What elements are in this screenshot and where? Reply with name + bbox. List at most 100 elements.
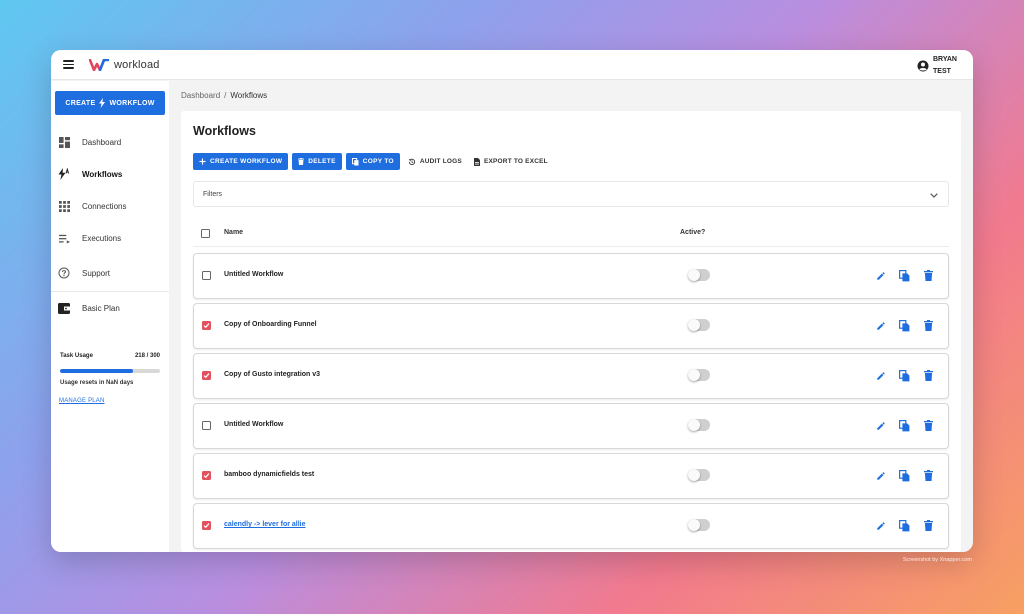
table-header: Name Active? bbox=[193, 221, 949, 247]
user-name: BRYAN TEST bbox=[933, 56, 957, 75]
table-row[interactable]: Copy of Gusto integration v3 bbox=[193, 353, 949, 399]
toggle-knob bbox=[688, 369, 700, 381]
column-header-active: Active? bbox=[680, 229, 706, 236]
edit-icon[interactable] bbox=[874, 519, 887, 532]
row-checkbox[interactable] bbox=[202, 471, 211, 480]
sidebar-item-support[interactable]: Support bbox=[58, 264, 162, 282]
row-checkbox[interactable] bbox=[202, 521, 211, 530]
help-circle-icon bbox=[58, 267, 70, 279]
workflow-name: Untitled Workflow bbox=[224, 421, 284, 428]
breadcrumb-separator: / bbox=[224, 91, 227, 100]
copy-icon bbox=[351, 157, 359, 166]
duplicate-icon[interactable] bbox=[898, 269, 911, 282]
filters-accordion[interactable]: Filters bbox=[193, 181, 949, 207]
history-icon bbox=[408, 158, 416, 166]
workflow-bolt-icon bbox=[58, 168, 70, 180]
active-toggle[interactable] bbox=[688, 369, 710, 381]
duplicate-icon[interactable] bbox=[898, 419, 911, 432]
breadcrumb: Dashboard / Workflows bbox=[181, 91, 267, 100]
duplicate-icon[interactable] bbox=[898, 469, 911, 482]
row-actions bbox=[863, 369, 935, 382]
active-toggle[interactable] bbox=[688, 519, 710, 531]
edit-icon[interactable] bbox=[874, 419, 887, 432]
edit-icon[interactable] bbox=[874, 469, 887, 482]
page-title: Workflows bbox=[193, 124, 256, 138]
create-workflow-toolbar-button[interactable]: CREATE WORKFLOW bbox=[193, 153, 289, 170]
edit-icon[interactable] bbox=[874, 319, 887, 332]
logo[interactable]: workload bbox=[89, 58, 160, 71]
workflow-name[interactable]: calendly -> lever for allie bbox=[224, 521, 306, 528]
row-actions bbox=[863, 469, 935, 482]
toggle-knob bbox=[688, 419, 700, 431]
task-usage-row: Task Usage 218 / 300 bbox=[60, 353, 160, 359]
filters-label: Filters bbox=[203, 190, 223, 198]
active-toggle[interactable] bbox=[688, 469, 710, 481]
breadcrumb-current: Workflows bbox=[230, 91, 268, 100]
table-row[interactable]: Untitled Workflow bbox=[193, 403, 949, 449]
active-toggle[interactable] bbox=[688, 319, 710, 331]
plan-label-row: Basic Plan bbox=[58, 299, 162, 317]
toggle-knob bbox=[688, 319, 700, 331]
delete-icon[interactable] bbox=[922, 469, 935, 482]
sidebar-item-dashboard[interactable]: Dashboard bbox=[58, 133, 162, 151]
copy-to-button[interactable]: COPY TO bbox=[345, 153, 400, 170]
delete-button[interactable]: DELETE bbox=[292, 153, 342, 170]
delete-icon[interactable] bbox=[922, 369, 935, 382]
task-usage-progress-fill bbox=[60, 369, 133, 373]
task-usage-progress bbox=[60, 369, 160, 373]
workflow-name: Copy of Gusto integration v3 bbox=[224, 371, 321, 378]
export-to-excel-button[interactable]: EXPORT TO EXCEL bbox=[470, 153, 552, 170]
manage-plan-link[interactable]: MANAGE PLAN bbox=[59, 398, 105, 404]
row-checkbox[interactable] bbox=[202, 421, 211, 430]
dashboard-icon bbox=[58, 136, 70, 148]
workflow-name: Untitled Workflow bbox=[224, 271, 284, 278]
row-checkbox[interactable] bbox=[202, 271, 211, 280]
sidebar: CREATE WORKFLOW Dashboard Workflows Conn… bbox=[51, 81, 169, 552]
task-usage-value: 218 / 300 bbox=[134, 353, 160, 359]
table-row[interactable]: Untitled Workflow bbox=[193, 253, 949, 299]
row-actions bbox=[863, 419, 935, 432]
account-circle-icon bbox=[917, 60, 929, 72]
bolt-icon bbox=[99, 98, 106, 108]
active-toggle[interactable] bbox=[688, 269, 710, 281]
row-actions bbox=[863, 319, 935, 332]
edit-icon[interactable] bbox=[874, 369, 887, 382]
sidebar-item-executions[interactable]: Executions bbox=[58, 229, 162, 247]
list-icon bbox=[58, 232, 70, 244]
trash-icon bbox=[298, 158, 305, 165]
delete-icon[interactable] bbox=[922, 519, 935, 532]
delete-icon[interactable] bbox=[922, 419, 935, 432]
select-all-checkbox[interactable] bbox=[201, 229, 210, 238]
edit-icon[interactable] bbox=[874, 269, 887, 282]
workflows-card: Workflows CREATE WORKFLOW DELETE COPY TO bbox=[181, 111, 961, 552]
workload-logo-icon bbox=[89, 58, 109, 71]
create-workflow-button[interactable]: CREATE WORKFLOW bbox=[55, 91, 165, 115]
delete-icon[interactable] bbox=[922, 269, 935, 282]
grid-dots-icon bbox=[58, 200, 70, 212]
duplicate-icon[interactable] bbox=[898, 319, 911, 332]
task-usage-label: Task Usage bbox=[60, 353, 93, 359]
column-header-name: Name bbox=[224, 229, 244, 236]
user-menu[interactable]: BRYAN TEST bbox=[917, 54, 957, 78]
workflow-name: Copy of Onboarding Funnel bbox=[224, 321, 317, 328]
duplicate-icon[interactable] bbox=[898, 369, 911, 382]
row-actions bbox=[863, 519, 935, 532]
active-toggle[interactable] bbox=[688, 419, 710, 431]
duplicate-icon[interactable] bbox=[898, 519, 911, 532]
file-icon bbox=[473, 157, 480, 166]
sidebar-divider bbox=[51, 291, 169, 292]
audit-logs-button[interactable]: AUDIT LOGS bbox=[404, 153, 466, 170]
toggle-knob bbox=[688, 269, 700, 281]
workflow-name: bamboo dynamicfields test bbox=[224, 471, 315, 478]
delete-icon[interactable] bbox=[922, 319, 935, 332]
row-checkbox[interactable] bbox=[202, 371, 211, 380]
table-row[interactable]: calendly -> lever for allie bbox=[193, 503, 949, 549]
sidebar-item-workflows[interactable]: Workflows bbox=[58, 165, 162, 183]
watermark: Screenshot by Xnapper.com bbox=[902, 557, 972, 563]
table-row[interactable]: bamboo dynamicfields test bbox=[193, 453, 949, 499]
row-checkbox[interactable] bbox=[202, 321, 211, 330]
sidebar-item-connections[interactable]: Connections bbox=[58, 197, 162, 215]
menu-icon[interactable] bbox=[63, 60, 74, 69]
breadcrumb-dashboard[interactable]: Dashboard bbox=[181, 91, 220, 100]
table-row[interactable]: Copy of Onboarding Funnel bbox=[193, 303, 949, 349]
